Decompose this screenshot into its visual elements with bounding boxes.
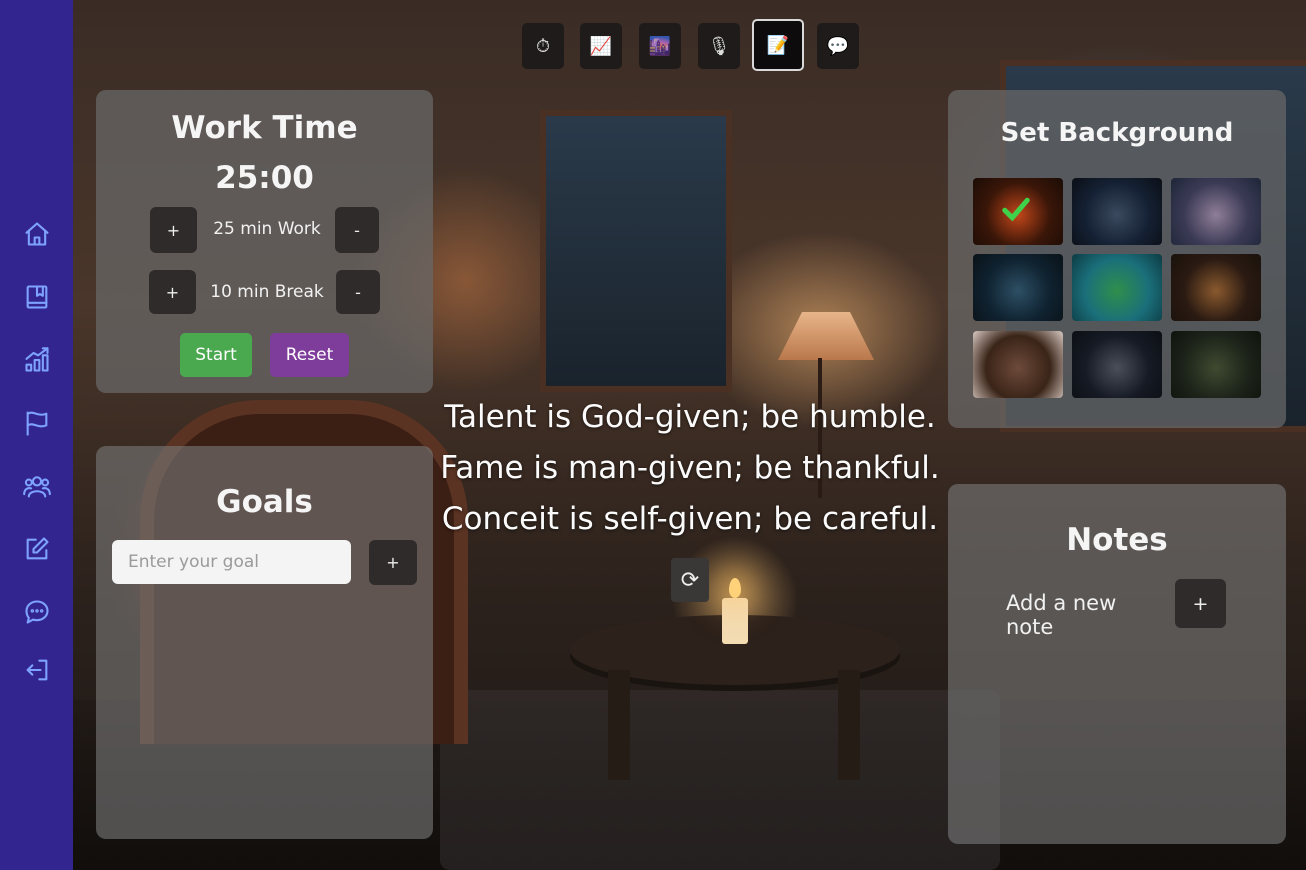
background-thumbnail-city-lights[interactable] — [1072, 331, 1162, 398]
toolbar-chart-button[interactable]: 📈 — [580, 23, 622, 69]
sidebar-item-goals[interactable] — [18, 404, 56, 442]
sidebar-item-stats[interactable] — [18, 341, 56, 379]
rug — [440, 690, 1000, 870]
goals-panel: Goals + — [96, 446, 433, 839]
quote-line: Talent is God-given; be humble. — [444, 399, 936, 435]
toolbar-scenery-button[interactable]: 🌆 — [639, 23, 681, 69]
sidebar-item-community[interactable] — [18, 467, 56, 505]
work-increase-button[interactable]: + — [150, 207, 197, 253]
speech-bubble-icon: 💬 — [826, 35, 850, 57]
background-table — [570, 615, 900, 685]
work-decrease-button[interactable]: - — [335, 207, 379, 253]
background-table-leg — [838, 670, 860, 780]
notes-title: Notes — [1066, 522, 1168, 558]
background-thumbnail-city-night[interactable] — [973, 254, 1063, 321]
flag-icon — [26, 411, 48, 436]
chat-icon — [25, 600, 49, 624]
background-thumbnail-lake-sunset[interactable] — [1171, 178, 1261, 245]
goals-title: Goals — [216, 484, 313, 520]
sidebar-item-book[interactable] — [18, 278, 56, 316]
start-button[interactable]: Start — [180, 333, 252, 377]
background-thumbnail-tree-underwater[interactable] — [1072, 254, 1162, 321]
notes-panel: Notes Add a new note + — [948, 484, 1286, 844]
add-note-label: Add a new note — [1006, 591, 1117, 639]
add-goal-button[interactable]: + — [369, 540, 417, 585]
stopwatch-icon: ⏱ — [535, 35, 551, 57]
quote-line: Fame is man-given; be thankful. — [440, 450, 940, 486]
sidebar-item-notes[interactable] — [18, 530, 56, 568]
reset-button[interactable]: Reset — [270, 333, 349, 377]
background-panel: Set Background — [948, 90, 1286, 428]
edit-icon — [26, 537, 49, 560]
quote: Talent is God-given; be humble. Fame is … — [440, 392, 940, 545]
background-window-left — [540, 110, 732, 392]
break-decrease-button[interactable]: - — [336, 270, 380, 314]
logout-icon — [26, 659, 48, 681]
microphone-icon: 🎙 — [707, 35, 731, 57]
background-lamp-shade — [778, 312, 874, 360]
work-duration-label: 25 min Work — [213, 219, 321, 239]
refresh-icon: ⟳ — [680, 567, 700, 593]
toolbar-chat-button[interactable]: 💬 — [817, 23, 859, 69]
selected-check-icon — [1002, 197, 1030, 222]
break-increase-button[interactable]: + — [149, 270, 196, 314]
toolbar-microphone-button[interactable]: 🎙 — [698, 23, 740, 69]
break-duration-label: 10 min Break — [210, 282, 324, 302]
background-thumbnail-snowy-street[interactable] — [973, 331, 1063, 398]
add-note-button[interactable]: + — [1175, 579, 1226, 628]
chart-icon: 📈 — [589, 35, 613, 57]
sidebar-item-home[interactable] — [18, 215, 56, 253]
home-icon — [25, 222, 49, 246]
scenery-icon: 🌆 — [648, 35, 672, 57]
users-icon — [23, 476, 51, 498]
book-icon — [26, 285, 48, 309]
memo-icon: 📝 — [766, 34, 790, 56]
sidebar-item-chat[interactable] — [18, 593, 56, 631]
goal-input[interactable] — [112, 540, 351, 584]
background-thumbnail-night-sky[interactable] — [1072, 178, 1162, 245]
refresh-quote-button[interactable]: ⟳ — [671, 558, 709, 602]
background-thumbnail-forest-ruins[interactable] — [1171, 331, 1261, 398]
toolbar-stopwatch-button[interactable]: ⏱ — [522, 23, 564, 69]
sidebar-item-logout[interactable] — [18, 651, 56, 689]
background-candle-flame — [729, 578, 741, 598]
background-thumbnail-fireplace[interactable] — [973, 178, 1063, 245]
background-table-leg — [608, 670, 630, 780]
sidebar — [0, 0, 73, 870]
timer-display: 25:00 — [215, 160, 314, 196]
background-title: Set Background — [1000, 118, 1234, 148]
quote-line: Conceit is self-given; be careful. — [441, 501, 939, 537]
timer-title: Work Time — [171, 110, 358, 146]
background-thumbnail-restaurant[interactable] — [1171, 254, 1261, 321]
background-candle — [722, 598, 748, 644]
toolbar-memo-button[interactable]: 📝 — [752, 19, 804, 71]
bar-chart-icon — [25, 347, 49, 372]
timer-panel: Work Time 25:00 + 25 min Work - + 10 min… — [96, 90, 433, 393]
